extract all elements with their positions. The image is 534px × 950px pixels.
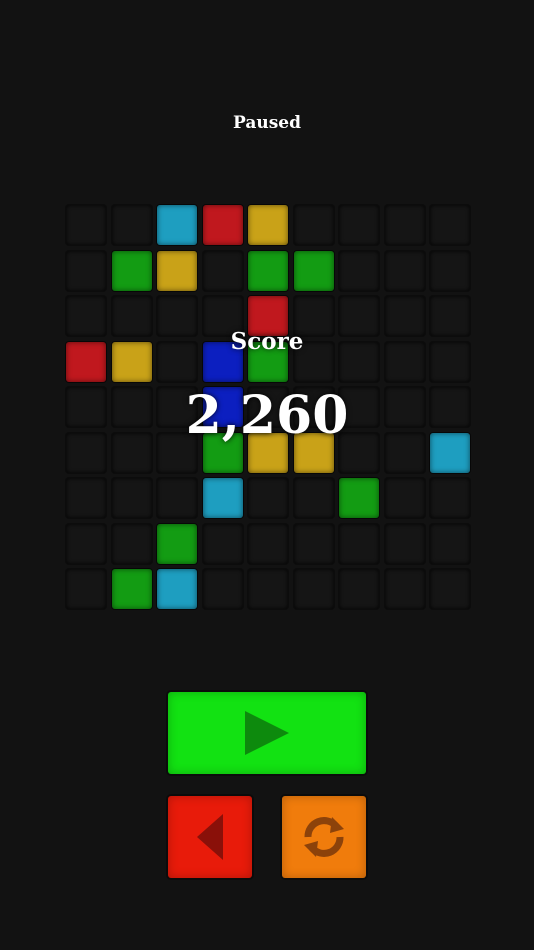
- empty-cell: [384, 478, 425, 518]
- empty-cell: [293, 569, 334, 609]
- back-button[interactable]: [168, 796, 252, 878]
- empty-cell: [248, 478, 288, 518]
- empty-cell: [293, 478, 334, 518]
- score-value: 2,260: [185, 385, 349, 446]
- empty-cell: [66, 478, 106, 518]
- empty-cell: [339, 205, 379, 245]
- empty-cell: [111, 478, 152, 518]
- empty-cell: [339, 523, 379, 564]
- block-green: [248, 250, 288, 291]
- empty-cell: [384, 205, 425, 245]
- empty-cell: [202, 569, 243, 609]
- empty-cell: [293, 205, 334, 245]
- block-yellow: [248, 205, 288, 245]
- empty-cell: [157, 478, 197, 518]
- block-green: [157, 523, 197, 564]
- block-cyan: [157, 205, 197, 245]
- empty-cell: [248, 569, 288, 609]
- empty-cell: [384, 569, 425, 609]
- score-label: Score: [230, 328, 304, 355]
- play-button[interactable]: [168, 692, 366, 774]
- block-green: [111, 569, 152, 609]
- empty-cell: [430, 250, 470, 291]
- empty-cell: [384, 250, 425, 291]
- block-cyan: [157, 569, 197, 609]
- empty-cell: [248, 523, 288, 564]
- empty-cell: [202, 250, 243, 291]
- block-green: [293, 250, 334, 291]
- block-green: [111, 250, 152, 291]
- empty-cell: [66, 523, 106, 564]
- empty-cell: [430, 205, 470, 245]
- restart-icon: [304, 817, 344, 857]
- block-green: [339, 478, 379, 518]
- empty-cell: [339, 569, 379, 609]
- empty-cell: [430, 523, 470, 564]
- play-icon: [245, 711, 289, 755]
- empty-cell: [66, 250, 106, 291]
- restart-button[interactable]: [282, 796, 366, 878]
- empty-cell: [430, 569, 470, 609]
- block-red: [202, 205, 243, 245]
- empty-cell: [339, 250, 379, 291]
- empty-cell: [384, 523, 425, 564]
- empty-cell: [111, 205, 152, 245]
- game-screen: Paused Score 2,260: [0, 0, 534, 950]
- empty-cell: [111, 523, 152, 564]
- empty-cell: [293, 523, 334, 564]
- back-arrow-icon: [197, 814, 223, 860]
- empty-cell: [66, 205, 106, 245]
- empty-cell: [66, 569, 106, 609]
- block-yellow: [157, 250, 197, 291]
- block-cyan: [202, 478, 243, 518]
- paused-status: Paused: [233, 113, 301, 133]
- empty-cell: [430, 478, 470, 518]
- empty-cell: [202, 523, 243, 564]
